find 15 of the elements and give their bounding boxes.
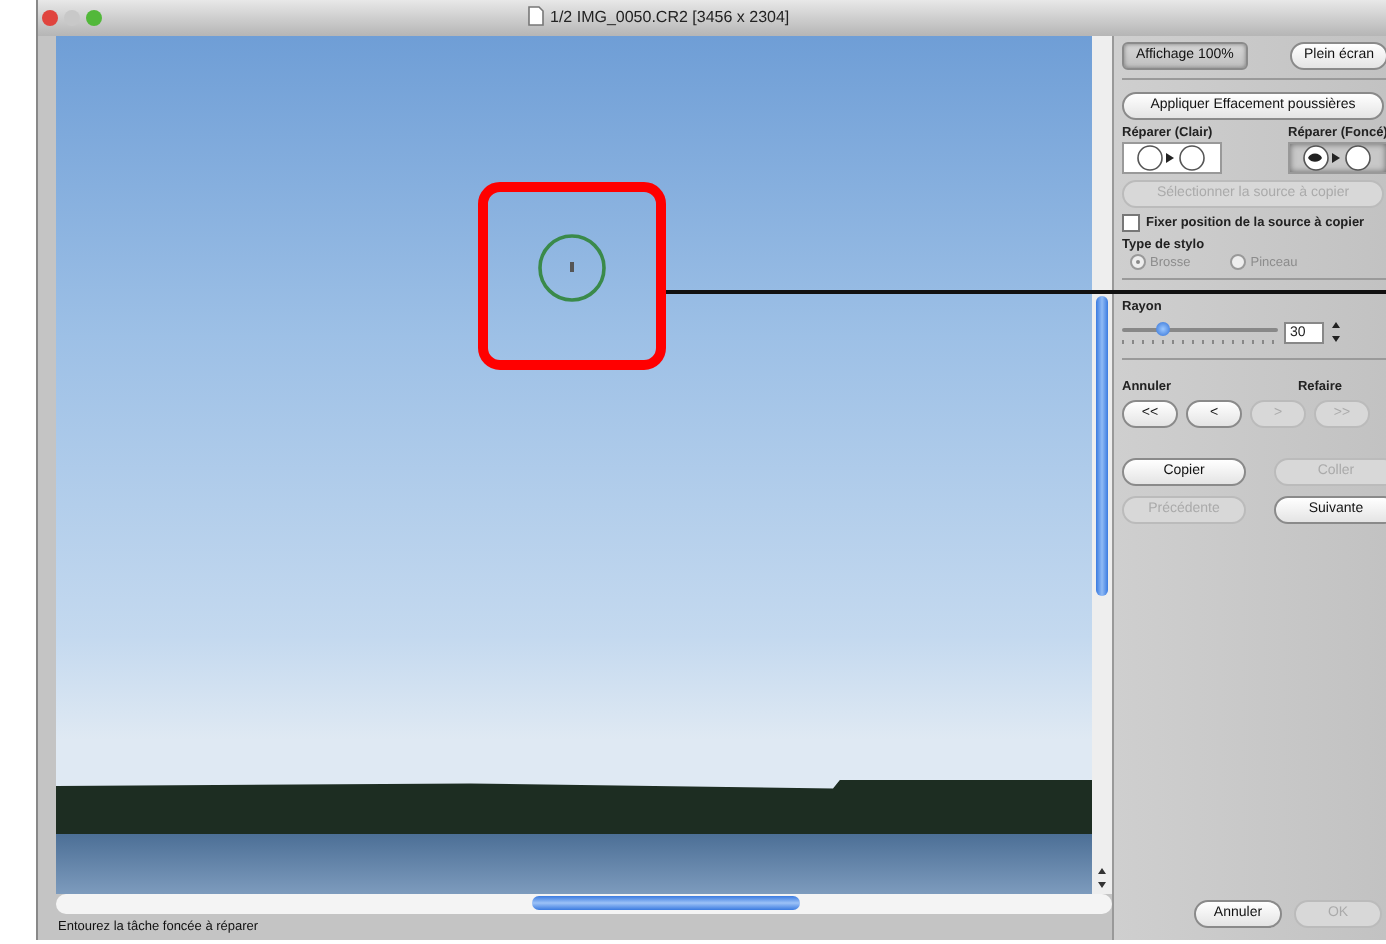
window-title: 1/2 IMG_0050.CR2 [3456 x 2304]	[550, 7, 790, 25]
scroll-arrows-icon[interactable]	[1096, 866, 1108, 890]
repair-tool-button[interactable]	[1288, 142, 1386, 174]
radius-slider[interactable]	[1122, 320, 1278, 344]
fix-source-checkbox[interactable]	[1122, 214, 1140, 232]
dark-spot-icon	[1302, 144, 1374, 172]
vertical-scrollbar[interactable]	[1092, 36, 1112, 894]
document-icon	[528, 6, 544, 26]
close-button[interactable]	[42, 10, 58, 26]
repair-tool-button[interactable]	[1122, 142, 1222, 174]
light-spot-icon	[1136, 144, 1208, 172]
zoom-button[interactable]	[86, 10, 102, 26]
horizontal-scrollbar[interactable]	[56, 894, 1112, 914]
selection-circle-icon	[536, 232, 608, 304]
stepper-icon[interactable]	[1330, 320, 1342, 344]
